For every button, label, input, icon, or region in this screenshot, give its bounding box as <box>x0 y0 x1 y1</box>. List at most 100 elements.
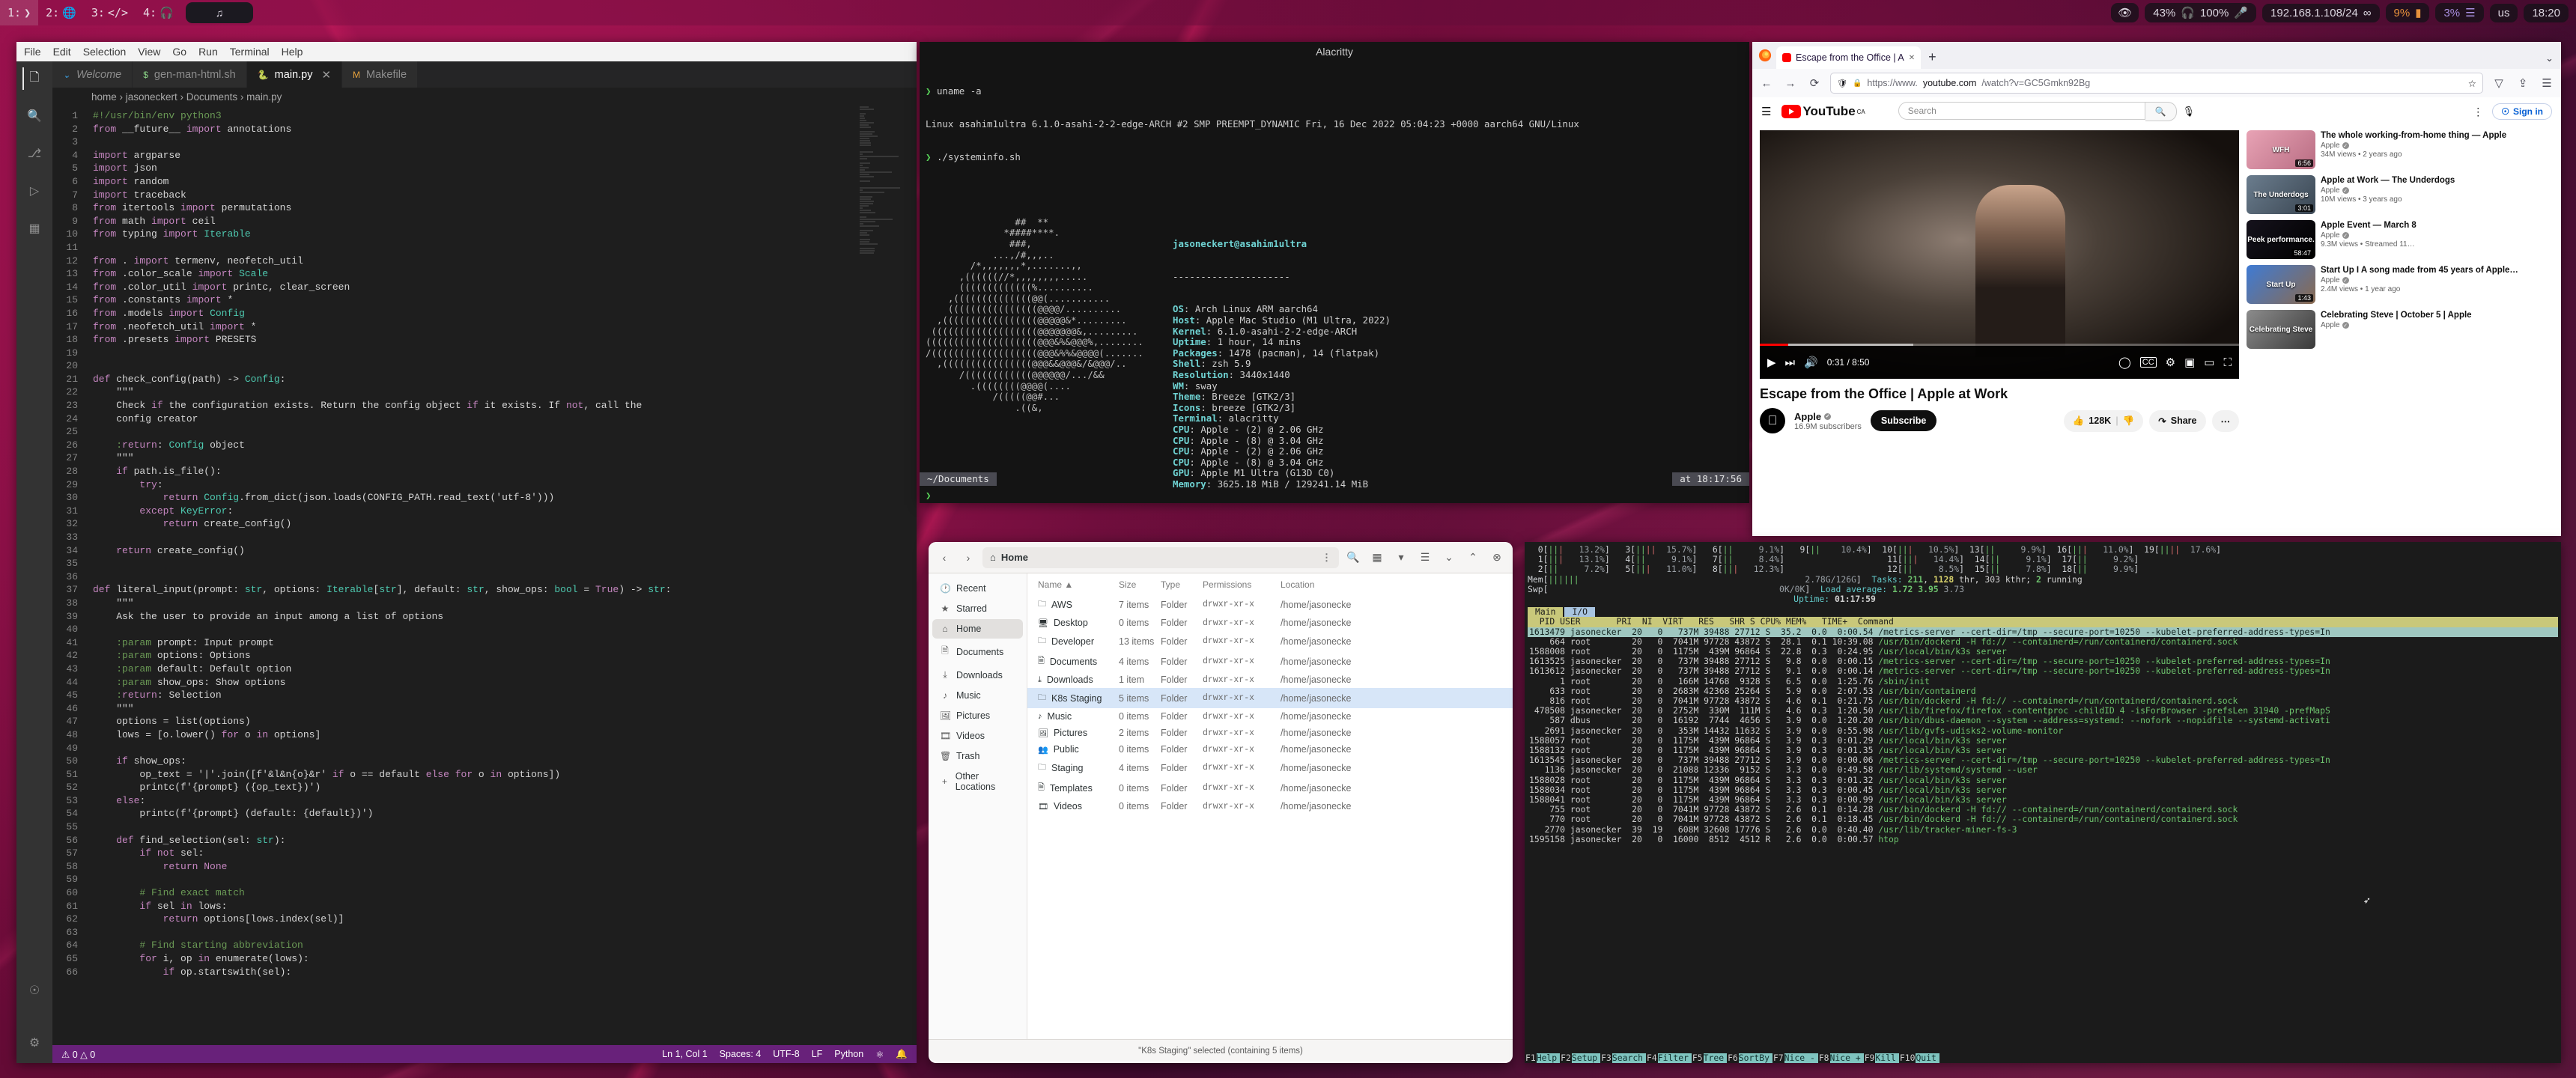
video-thumbnail[interactable]: Start Up 1:43 <box>2247 265 2315 304</box>
notifications-bell-icon[interactable]: 🔔 <box>896 1049 908 1060</box>
sign-in-button[interactable]: ☉ Sign in <box>2492 103 2552 120</box>
cpu-indicator[interactable]: 9% ▮ <box>2385 3 2430 22</box>
function-key-bar[interactable]: F1 Help F2 Setup F3 Search F4 Filter F5 Tree F6 Sor… <box>1525 1053 2561 1063</box>
language-mode[interactable]: Python <box>834 1049 863 1059</box>
menu-edit[interactable]: Edit <box>53 46 71 58</box>
sidebar-item-other-locations[interactable]: + Other Locations <box>932 767 1023 797</box>
menu-go[interactable]: Go <box>172 46 186 58</box>
fkey-number[interactable]: F5 <box>1691 1053 1704 1063</box>
fkey-label-search[interactable]: Search <box>1611 1053 1647 1063</box>
close-button[interactable]: ⊗ <box>1487 548 1507 567</box>
video-player[interactable]: ▶ ⏭ 🔊 0:31 / 8:50 ◯ CC ⚙ ▣ ▭ ⛶ <box>1760 130 2239 379</box>
play-button[interactable]: ▶ <box>1767 356 1776 369</box>
fkey-number[interactable]: F4 <box>1646 1053 1658 1063</box>
remote-icon[interactable]: ⚛ <box>875 1049 884 1060</box>
file-row[interactable]: 👥 Public 0 items Folder drwxr-xr-x /home/… <box>1027 741 1513 758</box>
column-header-size[interactable]: Size <box>1119 579 1161 590</box>
address-bar[interactable]: 🛡 🔒 https://www. youtube.com/watch?v=GC5G… <box>1830 73 2483 94</box>
kebab-menu-icon[interactable]: ⋮ <box>2473 106 2483 118</box>
terminal-prompt-line[interactable]: ❯ <box>926 490 931 502</box>
fkey-label-tree[interactable]: Tree <box>1703 1053 1728 1063</box>
next-video-button[interactable]: ⏭ <box>1785 356 1796 369</box>
htop-window[interactable]: 0[||| 13.2%] 3[|||| 15.7%] 6[|| 9.1%] 9[… <box>1525 542 2561 1063</box>
file-row[interactable]: 🖼 Pictures 2 items Folder drwxr-xr-x /hom… <box>1027 725 1513 741</box>
video-thumbnail[interactable]: The Underdogs 3:01 <box>2247 175 2315 214</box>
fkey-label-kill[interactable]: Kill <box>1875 1053 1899 1063</box>
explorer-icon[interactable]: 🗋 <box>22 67 45 90</box>
path-bar[interactable]: ⌂ Home ⋮ <box>982 546 1339 568</box>
like-dislike-group[interactable]: 👍 128K | 👎 <box>2063 409 2144 432</box>
encoding[interactable]: UTF-8 <box>773 1049 799 1059</box>
subscribe-button[interactable]: Subscribe <box>1870 410 1937 431</box>
fkey-number[interactable]: F2 <box>1560 1053 1572 1063</box>
video-thumbnail[interactable]: Peek performance. 58:47 <box>2247 220 2315 259</box>
sidebar-item-trash[interactable]: 🗑 Trash <box>932 746 1023 766</box>
dislike-icon[interactable]: 👎 <box>2123 415 2135 427</box>
settings-gear-icon[interactable]: ⚙ <box>23 1032 46 1054</box>
pocket-icon[interactable]: ▽ <box>2491 75 2507 91</box>
list-all-tabs-icon[interactable]: ⌄ <box>2545 52 2561 64</box>
extensions-icon[interactable]: ▦ <box>23 217 46 240</box>
editor-tab-welcome[interactable]: ⌄ Welcome <box>52 61 133 88</box>
reload-button[interactable]: ⟳ <box>1806 75 1823 91</box>
eol[interactable]: LF <box>812 1049 823 1059</box>
new-tab-button[interactable]: + <box>1924 49 1941 65</box>
vscode-status-bar[interactable]: ⚠ 0 △ 0 Ln 1, Col 1 Spaces: 4 UTF-8 LF P… <box>52 1045 917 1063</box>
fkey-number[interactable]: F3 <box>1600 1053 1612 1063</box>
search-icon[interactable]: 🔍 <box>1343 548 1363 567</box>
sidebar-item-music[interactable]: ♪ Music <box>932 686 1023 705</box>
file-row[interactable]: 🎞 Videos 0 items Folder drwxr-xr-x /home/… <box>1027 798 1513 814</box>
related-video-title[interactable]: Apple at Work — The Underdogs <box>2321 175 2455 186</box>
hamburger-menu-icon[interactable]: ☰ <box>1415 548 1435 567</box>
lock-icon[interactable]: 🔒 <box>1853 79 1862 88</box>
fkey-number[interactable]: F7 <box>1772 1053 1784 1063</box>
video-thumbnail[interactable]: Celebrating Steve <box>2247 310 2315 349</box>
editor-tab-main-py[interactable]: 🐍 main.py ✕ <box>246 61 343 88</box>
sidebar-item-downloads[interactable]: ⤓ Downloads <box>932 665 1023 685</box>
related-video-channel[interactable]: Apple ✓ <box>2321 231 2416 240</box>
like-icon[interactable]: 👍 <box>2073 415 2085 427</box>
fkey-number[interactable]: F8 <box>1817 1053 1830 1063</box>
minimize-button[interactable]: ⌄ <box>1439 548 1459 567</box>
column-header-type[interactable]: Type <box>1161 579 1203 590</box>
related-video-channel[interactable]: Apple ✓ <box>2321 276 2518 284</box>
related-video-item[interactable]: Start Up 1:43 Start Up I A song made fro… <box>2247 265 2554 304</box>
run-debug-icon[interactable]: ▷ <box>23 180 46 202</box>
workspace-4[interactable]: 4: 🎧 <box>136 0 181 25</box>
youtube-hamburger-icon[interactable]: ☰ <box>1761 105 1771 118</box>
related-video-item[interactable]: Peek performance. 58:47 Apple Event — Ma… <box>2247 220 2554 259</box>
search-icon[interactable]: 🔍 <box>2145 102 2177 121</box>
editor-tab-gen-man-html-sh[interactable]: $ gen-man-html.sh <box>133 61 247 88</box>
column-header-location[interactable]: Location <box>1281 579 1505 590</box>
related-video-title[interactable]: Apple Event — March 8 <box>2321 220 2416 231</box>
file-list[interactable]: Name ▲ Size Type Permissions Location 🗀 AWS 7… <box>1027 573 1513 1039</box>
fkey-number[interactable]: F6 <box>1727 1053 1739 1063</box>
shield-icon[interactable]: 🛡 <box>1837 79 1847 88</box>
related-video-channel[interactable]: Apple ✓ <box>2321 186 2455 195</box>
sidebar-item-starred[interactable]: ★ Starred <box>932 599 1023 618</box>
fkey-label-filter[interactable]: Filter <box>1657 1053 1692 1063</box>
workspace-1[interactable]: 1: ❯ <box>0 0 39 25</box>
accounts-icon[interactable]: ☉ <box>23 979 46 1002</box>
file-row[interactable]: 🗎 Templates 0 items Folder drwxr-xr-x /ho… <box>1027 778 1513 798</box>
back-button[interactable]: ‹ <box>935 548 954 567</box>
column-header-permissions[interactable]: Permissions <box>1203 579 1281 590</box>
firefox-tab-strip[interactable]: Escape from the Office | A ✕ + ⌄ <box>1752 42 2561 69</box>
page-content[interactable]: ☰ YouTube CA Search 🔍 🎙 ⋮ ☉ Sign in ▶ ⏭ … <box>1752 97 2561 536</box>
minimap[interactable] <box>860 106 906 1045</box>
workspace-2[interactable]: 2: 🌐 <box>38 0 84 25</box>
progress-bar[interactable] <box>1760 344 2239 346</box>
fkey-number[interactable]: F10 <box>1898 1053 1916 1063</box>
save-to-pocket-icon[interactable]: ⇪ <box>2515 75 2531 91</box>
browser-tab[interactable]: Escape from the Office | A ✕ <box>1776 46 1922 69</box>
nautilus-sidebar[interactable]: 🕐 Recent ★ Starred ⌂ Home 🗎 Documents ⤓ … <box>929 573 1027 1039</box>
problems-indicator[interactable]: ⚠ 0 △ 0 <box>61 1049 95 1060</box>
source-control-icon[interactable]: ⎇ <box>23 142 46 165</box>
file-row[interactable]: 🗀 K8s Staging 5 items Folder drwxr-xr-x /… <box>1027 688 1513 708</box>
breadcrumb[interactable]: home › jasoneckert › Documents › main.py <box>52 88 917 106</box>
menu-run[interactable]: Run <box>198 46 218 58</box>
vscode-window[interactable]: File Edit Selection View Go Run Terminal Help 🗋… <box>16 42 917 1063</box>
hide-icon[interactable]: 👁 <box>2111 3 2139 22</box>
vscode-tab-bar[interactable]: ⌄ Welcome $ gen-man-html.sh 🐍 main.py ✕ M Makefi… <box>52 61 917 88</box>
bookmark-star-icon[interactable]: ☆ <box>2468 78 2476 89</box>
